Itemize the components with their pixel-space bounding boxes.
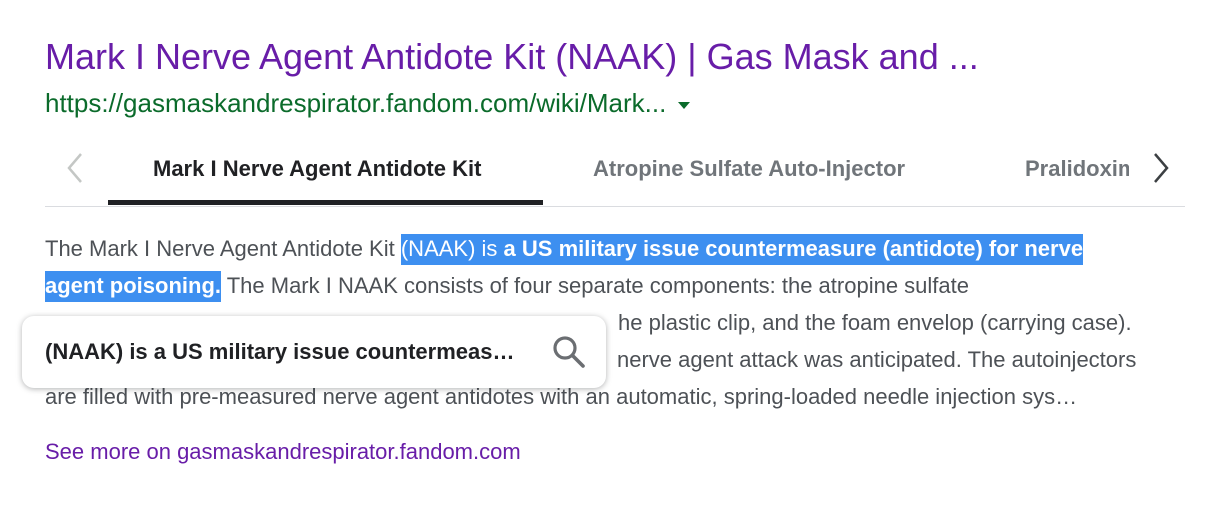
snippet-text: The Mark I NAAK consists of four separat… — [221, 273, 969, 298]
tab-pralidoxime[interactable]: Pralidoxime Chloride Auto-Injector — [1025, 156, 1129, 182]
result-title-link[interactable]: Mark I Nerve Agent Antidote Kit (NAAK) |… — [45, 36, 979, 78]
selection-search-popup[interactable]: (NAAK) is a US military issue countermea… — [22, 316, 606, 388]
tab-mark-i-kit[interactable]: Mark I Nerve Agent Antidote Kit — [153, 156, 481, 182]
snippet-line-1: The Mark I Nerve Agent Antidote Kit (NAA… — [45, 230, 1185, 267]
highlighted-bold: agent poisoning. — [45, 273, 221, 298]
search-icon[interactable] — [551, 334, 587, 370]
entity-tabs: Mark I Nerve Agent Antidote Kit Atropine… — [45, 132, 1185, 207]
search-result-card: Mark I Nerve Agent Antidote Kit (NAAK) |… — [0, 0, 1212, 505]
active-tab-indicator — [108, 200, 543, 205]
snippet-text: The Mark I Nerve Agent Antidote Kit — [45, 236, 401, 261]
result-url-row: https://gasmaskandrespirator.fandom.com/… — [45, 88, 691, 119]
highlighted-text: agent poisoning. — [45, 271, 221, 302]
highlighted-bold: a US military issue countermeasure (anti… — [503, 236, 1084, 261]
chevron-left-icon[interactable] — [61, 150, 91, 186]
see-more-link[interactable]: See more on gasmaskandrespirator.fandom.… — [45, 439, 521, 465]
highlighted-text: (NAAK) is a US military issue countermea… — [400, 234, 1084, 265]
chevron-right-icon[interactable] — [1145, 150, 1175, 186]
popup-selected-text[interactable]: (NAAK) is a US military issue countermea… — [45, 339, 519, 365]
highlighted-plain: (NAAK) is — [400, 236, 504, 261]
snippet-line-2: agent poisoning. The Mark I NAAK consist… — [45, 267, 1185, 304]
tab-atropine[interactable]: Atropine Sulfate Auto-Injector — [593, 156, 905, 182]
url-menu-caret-icon[interactable] — [678, 102, 691, 109]
result-url[interactable]: https://gasmaskandrespirator.fandom.com/… — [45, 88, 666, 119]
